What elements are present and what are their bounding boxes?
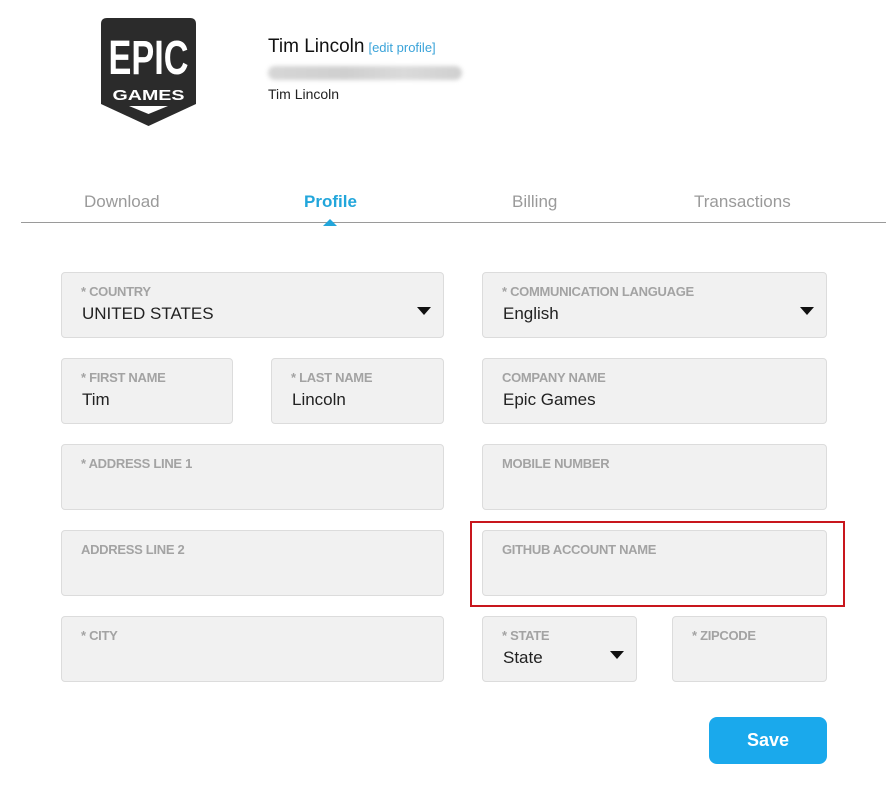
city-field[interactable]: * CITY (61, 616, 444, 682)
country-select[interactable]: * COUNTRY UNITED STATES (61, 272, 444, 338)
state-select[interactable]: * STATE State (482, 616, 637, 682)
state-value: State (503, 648, 543, 667)
address-line-2-field[interactable]: ADDRESS LINE 2 (61, 530, 444, 596)
tab-profile-label: Profile (304, 192, 357, 211)
zipcode-label: * ZIPCODE (692, 628, 756, 643)
company-name-value: Epic Games (503, 390, 596, 409)
last-name-label: * LAST NAME (291, 370, 373, 385)
tab-profile[interactable]: Profile (304, 192, 357, 226)
state-label: * STATE (502, 628, 550, 643)
communication-language-label: * COMMUNICATION LANGUAGE (502, 284, 694, 299)
active-tab-indicator (323, 219, 338, 226)
user-display-name: Tim Lincoln (268, 86, 340, 102)
mobile-number-label: MOBILE NUMBER (502, 456, 610, 471)
first-name-value: Tim (82, 390, 110, 409)
github-field-highlight-box (470, 521, 845, 607)
last-name-field[interactable]: * LAST NAME Lincoln (271, 358, 444, 424)
address-line-2-label: ADDRESS LINE 2 (81, 542, 185, 557)
logo-text-epic: EPIC (109, 32, 189, 85)
first-name-field[interactable]: * FIRST NAME Tim (61, 358, 233, 424)
user-info: Tim Lincoln [edit profile] Tim Lincoln (268, 36, 462, 102)
last-name-value: Lincoln (292, 390, 346, 409)
communication-language-select[interactable]: * COMMUNICATION LANGUAGE English (482, 272, 827, 338)
address-line-1-label: * ADDRESS LINE 1 (81, 456, 193, 471)
edit-profile-link[interactable]: [edit profile] (368, 40, 435, 55)
save-button[interactable]: Save (709, 717, 827, 764)
address-line-1-field[interactable]: * ADDRESS LINE 1 (61, 444, 444, 510)
chevron-down-icon (610, 651, 624, 659)
country-label: * COUNTRY (81, 284, 151, 299)
epic-games-logo: EPIC GAMES (101, 18, 196, 126)
country-value: UNITED STATES (82, 304, 214, 323)
chevron-down-icon (417, 307, 431, 315)
first-name-label: * FIRST NAME (81, 370, 166, 385)
user-email-redacted (268, 66, 462, 80)
company-name-label: COMPANY NAME (502, 370, 606, 385)
company-name-field[interactable]: COMPANY NAME Epic Games (482, 358, 827, 424)
logo-text-games: GAMES (113, 87, 185, 104)
city-label: * CITY (81, 628, 118, 643)
tab-transactions[interactable]: Transactions (694, 192, 791, 212)
zipcode-field[interactable]: * ZIPCODE (672, 616, 827, 682)
tab-bar: Download Profile Billing Transactions (21, 186, 886, 226)
tab-billing[interactable]: Billing (512, 192, 557, 212)
chevron-down-icon (800, 307, 814, 315)
user-name: Tim Lincoln (268, 36, 365, 57)
tab-download[interactable]: Download (84, 192, 160, 212)
communication-language-value: English (503, 304, 559, 323)
mobile-number-field[interactable]: MOBILE NUMBER (482, 444, 827, 510)
